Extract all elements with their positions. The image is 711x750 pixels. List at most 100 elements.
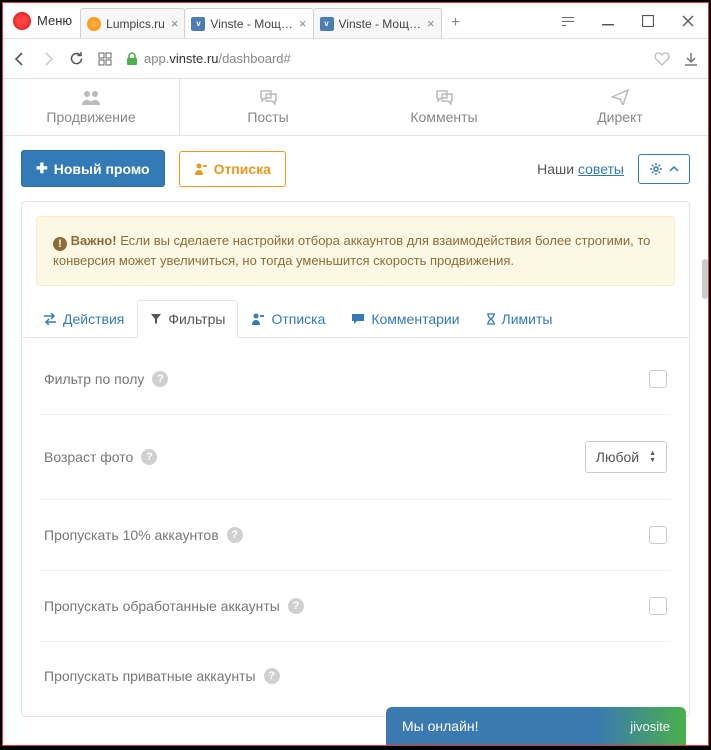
filter-skip-percent: Пропускать 10% аккаунтов ? <box>40 500 671 571</box>
sidebar-toggle-icon[interactable] <box>548 3 588 39</box>
users-icon <box>3 89 179 105</box>
nav-promotion[interactable]: Продвижение <box>3 79 180 135</box>
settings-panel: ! Важно! Если вы сделаете настройки отбо… <box>21 201 690 717</box>
unsubscribe-button[interactable]: Отписка <box>179 151 286 187</box>
new-promo-button[interactable]: ✚ Новый промо <box>21 150 165 187</box>
send-icon <box>532 89 708 105</box>
user-minus-icon <box>194 163 208 175</box>
help-icon[interactable]: ? <box>152 371 168 387</box>
filter-label: Возраст фото ? <box>44 449 157 465</box>
reload-button[interactable] <box>69 51 84 66</box>
tab-label: Vinste - Мощ… <box>210 17 292 31</box>
tab-unsubscribe[interactable]: Отписка <box>238 300 338 338</box>
nav-label: Продвижение <box>46 109 135 125</box>
filter-label: Пропускать обработанные аккаунты ? <box>44 598 304 614</box>
url-input[interactable]: app.vinste.ru/dashboard# <box>126 45 670 73</box>
window-controls <box>548 3 708 39</box>
help-icon[interactable]: ? <box>141 449 157 465</box>
filters-form: Фильтр по полу ? Возраст фото ? Любой ▲▼ <box>22 338 689 716</box>
gear-icon <box>649 162 663 176</box>
favicon-icon <box>87 17 101 31</box>
alert-title: Важно! <box>71 233 117 248</box>
nav-direct[interactable]: Директ <box>532 79 708 135</box>
back-button[interactable] <box>13 52 27 66</box>
minimize-icon[interactable] <box>588 3 628 39</box>
chat-brand: jivosite <box>630 719 670 734</box>
nav-label: Директ <box>597 109 643 125</box>
scrollbar[interactable] <box>702 259 708 299</box>
checkbox[interactable] <box>649 526 667 544</box>
jivosite-widget[interactable]: Мы онлайн! jivosite <box>386 707 686 745</box>
photo-age-select[interactable]: Любой ▲▼ <box>585 441 667 473</box>
tab-comments[interactable]: Комментарии <box>338 300 472 338</box>
tab-label: Lumpics.ru <box>106 17 165 31</box>
button-label: Отписка <box>214 161 271 177</box>
button-label: Новый промо <box>54 161 150 177</box>
important-alert: ! Важно! Если вы сделаете настройки отбо… <box>36 216 675 286</box>
chevron-up-icon <box>669 166 679 172</box>
browser-tab[interactable]: v Vinste - Мощ… × <box>313 8 442 38</box>
speed-dial-icon[interactable] <box>98 52 112 66</box>
browser-titlebar: Меню Lumpics.ru × v Vinste - Мощ… × v Vi… <box>3 3 708 39</box>
tab-label: Фильтры <box>168 311 225 327</box>
opera-logo-icon <box>13 12 31 30</box>
subtabs: Действия Фильтры Отписка Комментарии Лим… <box>22 300 689 338</box>
nav-label: Комменты <box>410 109 477 125</box>
help-icon[interactable]: ? <box>264 668 280 684</box>
tab-label: Лимиты <box>502 311 553 327</box>
app-content: Продвижение Посты Комменты Директ ✚ Новы… <box>3 79 708 745</box>
maximize-icon[interactable] <box>628 3 668 39</box>
lock-icon <box>126 52 138 66</box>
nav-posts[interactable]: Посты <box>180 79 356 135</box>
checkbox[interactable] <box>649 370 667 388</box>
help-icon[interactable]: ? <box>288 598 304 614</box>
filter-icon <box>150 313 162 325</box>
url-text: app.vinste.ru/dashboard# <box>144 51 291 66</box>
chat-status: Мы онлайн! <box>402 718 479 734</box>
filter-label: Фильтр по полу ? <box>44 371 168 387</box>
browser-tab[interactable]: Lumpics.ru × <box>80 8 185 38</box>
top-nav: Продвижение Посты Комменты Директ <box>3 79 708 136</box>
filter-label: Пропускать 10% аккаунтов ? <box>44 527 243 543</box>
settings-dropdown[interactable] <box>638 154 690 184</box>
close-icon[interactable]: × <box>171 17 179 30</box>
toolbar: ✚ Новый промо Отписка Наши советы <box>3 136 708 201</box>
tab-filters[interactable]: Фильтры <box>137 300 238 338</box>
forward-button[interactable] <box>41 52 55 66</box>
new-tab-button[interactable]: + <box>441 8 471 38</box>
nav-label: Посты <box>247 109 288 125</box>
comment-icon <box>351 313 365 325</box>
nav-comments[interactable]: Комменты <box>356 79 532 135</box>
tips-link[interactable]: советы <box>578 161 624 177</box>
close-icon[interactable] <box>668 3 708 39</box>
filter-gender: Фильтр по полу ? <box>40 344 671 415</box>
close-icon[interactable]: × <box>427 17 435 30</box>
download-icon[interactable] <box>684 52 698 66</box>
tab-actions[interactable]: Действия <box>30 300 137 338</box>
bookmark-icon[interactable] <box>654 52 670 66</box>
hourglass-icon <box>486 313 496 325</box>
filter-label: Пропускать приватные аккаунты ? <box>44 668 280 684</box>
filter-skip-processed: Пропускать обработанные аккаунты ? <box>40 571 671 642</box>
filter-skip-private: Пропускать приватные аккаунты ? <box>40 642 671 710</box>
tab-label: Комментарии <box>371 311 459 327</box>
browser-tab[interactable]: v Vinste - Мощ… × <box>184 8 313 38</box>
alert-body: Если вы сделаете настройки отбора аккаун… <box>53 233 650 268</box>
close-icon[interactable]: × <box>299 17 307 30</box>
browser-menu-button[interactable]: Меню <box>37 13 72 28</box>
exchange-icon <box>43 313 57 325</box>
tab-label: Отписка <box>271 311 325 327</box>
help-icon[interactable]: ? <box>227 527 243 543</box>
plus-icon: ✚ <box>36 160 48 177</box>
tab-label: Действия <box>63 311 124 327</box>
checkbox[interactable] <box>649 597 667 615</box>
browser-tabs: Lumpics.ru × v Vinste - Мощ… × v Vinste … <box>80 3 548 38</box>
select-value: Любой <box>596 449 639 465</box>
filter-photo-age: Возраст фото ? Любой ▲▼ <box>40 415 671 500</box>
tab-limits[interactable]: Лимиты <box>473 300 566 338</box>
favicon-icon: v <box>191 17 205 31</box>
favicon-icon: v <box>320 17 334 31</box>
sort-icon: ▲▼ <box>649 450 656 464</box>
warning-icon: ! <box>53 237 67 251</box>
chat-icon <box>180 89 356 105</box>
